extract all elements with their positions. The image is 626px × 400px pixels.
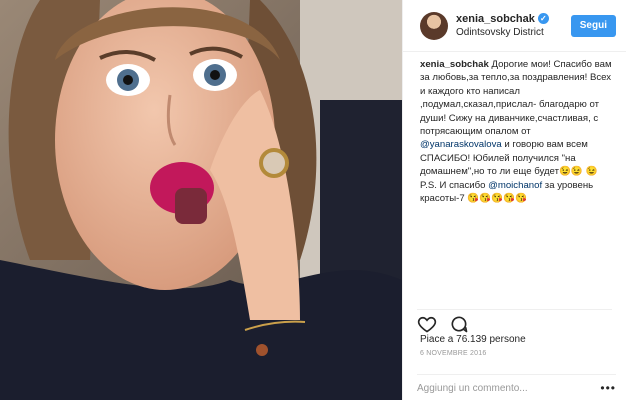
more-dots-icon[interactable]: ••• (600, 381, 616, 395)
speech-bubble-icon[interactable] (449, 314, 469, 334)
heart-icon[interactable] (417, 314, 437, 334)
action-bar (417, 314, 469, 334)
avatar[interactable] (420, 11, 448, 40)
comment-bar: Aggiungi un commento... ••• (417, 374, 616, 395)
mention-link-yanaraskovalova[interactable]: @yanaraskovalova (420, 139, 502, 150)
header-info: xenia_sobchak ✓ Odintsovsky District (456, 12, 571, 40)
instagram-post: xenia_sobchak ✓ Odintsovsky District Seg… (0, 0, 626, 400)
mention-link-moichanof[interactable]: @moichanof (488, 180, 542, 191)
comment-input[interactable]: Aggiungi un commento... (417, 383, 600, 394)
post-caption: xenia_sobchak Дорогие мои! Спасибо вам з… (420, 58, 614, 205)
likes-count[interactable]: Piace a 76.139 persone (420, 334, 526, 345)
photo-illustration (0, 0, 402, 400)
username-link[interactable]: xenia_sobchak (456, 12, 535, 26)
verified-badge-icon: ✓ (537, 13, 549, 24)
divider (417, 309, 612, 310)
follow-button[interactable]: Segui (570, 14, 616, 37)
post-photo[interactable] (0, 0, 402, 400)
username-row: xenia_sobchak ✓ (456, 12, 571, 26)
caption-text-1: Дорогие мои! Спасибо вам за любовь,за те… (420, 59, 612, 138)
post-header: xenia_sobchak ✓ Odintsovsky District Seg… (403, 0, 626, 52)
location-link[interactable]: Odintsovsky District (456, 26, 571, 40)
caption-username[interactable]: xenia_sobchak (420, 59, 489, 70)
post-date: 6 novembre 2016 (420, 350, 487, 357)
post-sidebar: xenia_sobchak ✓ Odintsovsky District Seg… (402, 0, 626, 400)
